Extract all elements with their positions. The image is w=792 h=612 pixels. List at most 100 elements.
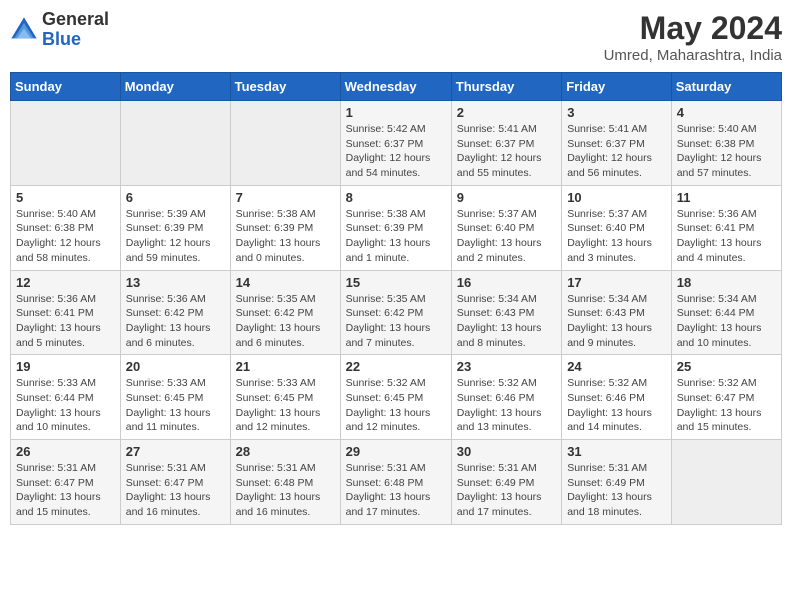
- calendar-cell: [671, 440, 781, 525]
- day-number: 24: [567, 359, 666, 374]
- calendar-cell: 11Sunrise: 5:36 AMSunset: 6:41 PMDayligh…: [671, 185, 781, 270]
- calendar: Sunday Monday Tuesday Wednesday Thursday…: [10, 72, 782, 525]
- day-number: 14: [236, 275, 335, 290]
- col-thursday: Thursday: [451, 73, 561, 101]
- day-info: Sunrise: 5:32 AMSunset: 6:46 PMDaylight:…: [457, 376, 556, 435]
- col-wednesday: Wednesday: [340, 73, 451, 101]
- day-number: 28: [236, 444, 335, 459]
- day-info: Sunrise: 5:31 AMSunset: 6:48 PMDaylight:…: [346, 461, 446, 520]
- day-info: Sunrise: 5:34 AMSunset: 6:44 PMDaylight:…: [677, 292, 776, 351]
- calendar-cell: 27 Sunrise: 5:31 AMSunset: 6:47 PMDayligh…: [120, 440, 230, 525]
- col-saturday: Saturday: [671, 73, 781, 101]
- day-info: Sunrise: 5:36 AMSunset: 6:41 PMDaylight:…: [677, 207, 776, 266]
- day-info: Sunrise: 5:31 AMSunset: 6:47 PMDaylight:…: [16, 461, 115, 520]
- calendar-cell: 23 Sunrise: 5:32 AMSunset: 6:46 PMDayligh…: [451, 355, 561, 440]
- day-number: 17: [567, 275, 666, 290]
- calendar-cell: 24 Sunrise: 5:32 AMSunset: 6:46 PMDayligh…: [562, 355, 672, 440]
- day-number: 27: [126, 444, 225, 459]
- month-year: May 2024: [604, 10, 782, 47]
- day-info: Sunrise: 5:31 AMSunset: 6:47 PMDaylight:…: [126, 461, 225, 520]
- day-info: Sunrise: 5:36 AMSunset: 6:42 PMDaylight:…: [126, 292, 225, 351]
- calendar-cell: 30 Sunrise: 5:31 AMSunset: 6:49 PMDayligh…: [451, 440, 561, 525]
- day-info: Sunrise: 5:31 AMSunset: 6:49 PMDaylight:…: [457, 461, 556, 520]
- logo-icon: [10, 16, 38, 44]
- col-sunday: Sunday: [11, 73, 121, 101]
- calendar-cell: 7 Sunrise: 5:38 AMSunset: 6:39 PMDaylight…: [230, 185, 340, 270]
- calendar-cell: 15 Sunrise: 5:35 AMSunset: 6:42 PMDayligh…: [340, 270, 451, 355]
- day-info: Sunrise: 5:32 AMSunset: 6:46 PMDaylight:…: [567, 376, 666, 435]
- day-info: Sunrise: 5:37 AMSunset: 6:40 PMDaylight:…: [567, 207, 666, 266]
- calendar-row: 5 Sunrise: 5:40 AMSunset: 6:38 PMDaylight…: [11, 185, 782, 270]
- col-monday: Monday: [120, 73, 230, 101]
- day-number: 5: [16, 190, 115, 205]
- calendar-cell: [230, 101, 340, 186]
- calendar-cell: [120, 101, 230, 186]
- calendar-cell: 12Sunrise: 5:36 AMSunset: 6:41 PMDayligh…: [11, 270, 121, 355]
- day-info: Sunrise: 5:36 AMSunset: 6:41 PMDaylight:…: [16, 292, 115, 351]
- calendar-cell: 19Sunrise: 5:33 AMSunset: 6:44 PMDayligh…: [11, 355, 121, 440]
- calendar-cell: 20 Sunrise: 5:33 AMSunset: 6:45 PMDayligh…: [120, 355, 230, 440]
- calendar-row: 1Sunrise: 5:42 AMSunset: 6:37 PMDaylight…: [11, 101, 782, 186]
- calendar-cell: 6Sunrise: 5:39 AMSunset: 6:39 PMDaylight…: [120, 185, 230, 270]
- day-info: Sunrise: 5:38 AMSunset: 6:39 PMDaylight:…: [236, 207, 335, 266]
- calendar-cell: 17Sunrise: 5:34 AMSunset: 6:43 PMDayligh…: [562, 270, 672, 355]
- col-friday: Friday: [562, 73, 672, 101]
- day-number: 3: [567, 105, 666, 120]
- day-info: Sunrise: 5:31 AMSunset: 6:49 PMDaylight:…: [567, 461, 666, 520]
- calendar-cell: 29 Sunrise: 5:31 AMSunset: 6:48 PMDayligh…: [340, 440, 451, 525]
- day-info: Sunrise: 5:40 AMSunset: 6:38 PMDaylight:…: [16, 207, 115, 266]
- calendar-cell: 10 Sunrise: 5:37 AMSunset: 6:40 PMDayligh…: [562, 185, 672, 270]
- day-number: 30: [457, 444, 556, 459]
- title-block: May 2024 Umred, Maharashtra, India: [604, 10, 782, 64]
- day-info: Sunrise: 5:33 AMSunset: 6:45 PMDaylight:…: [236, 376, 335, 435]
- day-number: 4: [677, 105, 776, 120]
- location: Umred, Maharashtra, India: [604, 47, 782, 64]
- calendar-cell: 4 Sunrise: 5:40 AMSunset: 6:38 PMDaylight…: [671, 101, 781, 186]
- day-info: Sunrise: 5:32 AMSunset: 6:45 PMDaylight:…: [346, 376, 446, 435]
- day-info: Sunrise: 5:33 AMSunset: 6:44 PMDaylight:…: [16, 376, 115, 435]
- calendar-cell: 13 Sunrise: 5:36 AMSunset: 6:42 PMDayligh…: [120, 270, 230, 355]
- calendar-cell: 18 Sunrise: 5:34 AMSunset: 6:44 PMDayligh…: [671, 270, 781, 355]
- day-number: 1: [346, 105, 446, 120]
- day-info: Sunrise: 5:35 AMSunset: 6:42 PMDaylight:…: [236, 292, 335, 351]
- calendar-cell: 8Sunrise: 5:38 AMSunset: 6:39 PMDaylight…: [340, 185, 451, 270]
- header: General Blue May 2024 Umred, Maharashtra…: [10, 10, 782, 64]
- calendar-cell: 14 Sunrise: 5:35 AMSunset: 6:42 PMDayligh…: [230, 270, 340, 355]
- day-number: 29: [346, 444, 446, 459]
- day-number: 31: [567, 444, 666, 459]
- day-number: 22: [346, 359, 446, 374]
- logo: General Blue: [10, 10, 109, 50]
- day-number: 13: [126, 275, 225, 290]
- col-tuesday: Tuesday: [230, 73, 340, 101]
- day-number: 9: [457, 190, 556, 205]
- calendar-cell: [11, 101, 121, 186]
- day-number: 10: [567, 190, 666, 205]
- day-info: Sunrise: 5:35 AMSunset: 6:42 PMDaylight:…: [346, 292, 446, 351]
- day-number: 7: [236, 190, 335, 205]
- calendar-cell: 25 Sunrise: 5:32 AMSunset: 6:47 PMDayligh…: [671, 355, 781, 440]
- calendar-cell: 22 Sunrise: 5:32 AMSunset: 6:45 PMDayligh…: [340, 355, 451, 440]
- day-number: 18: [677, 275, 776, 290]
- day-number: 23: [457, 359, 556, 374]
- calendar-cell: 5 Sunrise: 5:40 AMSunset: 6:38 PMDaylight…: [11, 185, 121, 270]
- day-number: 6: [126, 190, 225, 205]
- day-number: 2: [457, 105, 556, 120]
- calendar-cell: 31 Sunrise: 5:31 AMSunset: 6:49 PMDayligh…: [562, 440, 672, 525]
- page-container: General Blue May 2024 Umred, Maharashtra…: [10, 10, 782, 525]
- day-info: Sunrise: 5:41 AMSunset: 6:37 PMDaylight:…: [567, 122, 666, 181]
- day-info: Sunrise: 5:33 AMSunset: 6:45 PMDaylight:…: [126, 376, 225, 435]
- calendar-row: 19Sunrise: 5:33 AMSunset: 6:44 PMDayligh…: [11, 355, 782, 440]
- calendar-cell: 9 Sunrise: 5:37 AMSunset: 6:40 PMDaylight…: [451, 185, 561, 270]
- day-number: 15: [346, 275, 446, 290]
- calendar-cell: 16Sunrise: 5:34 AMSunset: 6:43 PMDayligh…: [451, 270, 561, 355]
- day-info: Sunrise: 5:37 AMSunset: 6:40 PMDaylight:…: [457, 207, 556, 266]
- day-info: Sunrise: 5:32 AMSunset: 6:47 PMDaylight:…: [677, 376, 776, 435]
- calendar-cell: 21Sunrise: 5:33 AMSunset: 6:45 PMDayligh…: [230, 355, 340, 440]
- day-number: 20: [126, 359, 225, 374]
- day-info: Sunrise: 5:40 AMSunset: 6:38 PMDaylight:…: [677, 122, 776, 181]
- calendar-cell: 3 Sunrise: 5:41 AMSunset: 6:37 PMDaylight…: [562, 101, 672, 186]
- day-info: Sunrise: 5:41 AMSunset: 6:37 PMDaylight:…: [457, 122, 556, 181]
- day-number: 25: [677, 359, 776, 374]
- day-info: Sunrise: 5:38 AMSunset: 6:39 PMDaylight:…: [346, 207, 446, 266]
- logo-general: General: [42, 9, 109, 29]
